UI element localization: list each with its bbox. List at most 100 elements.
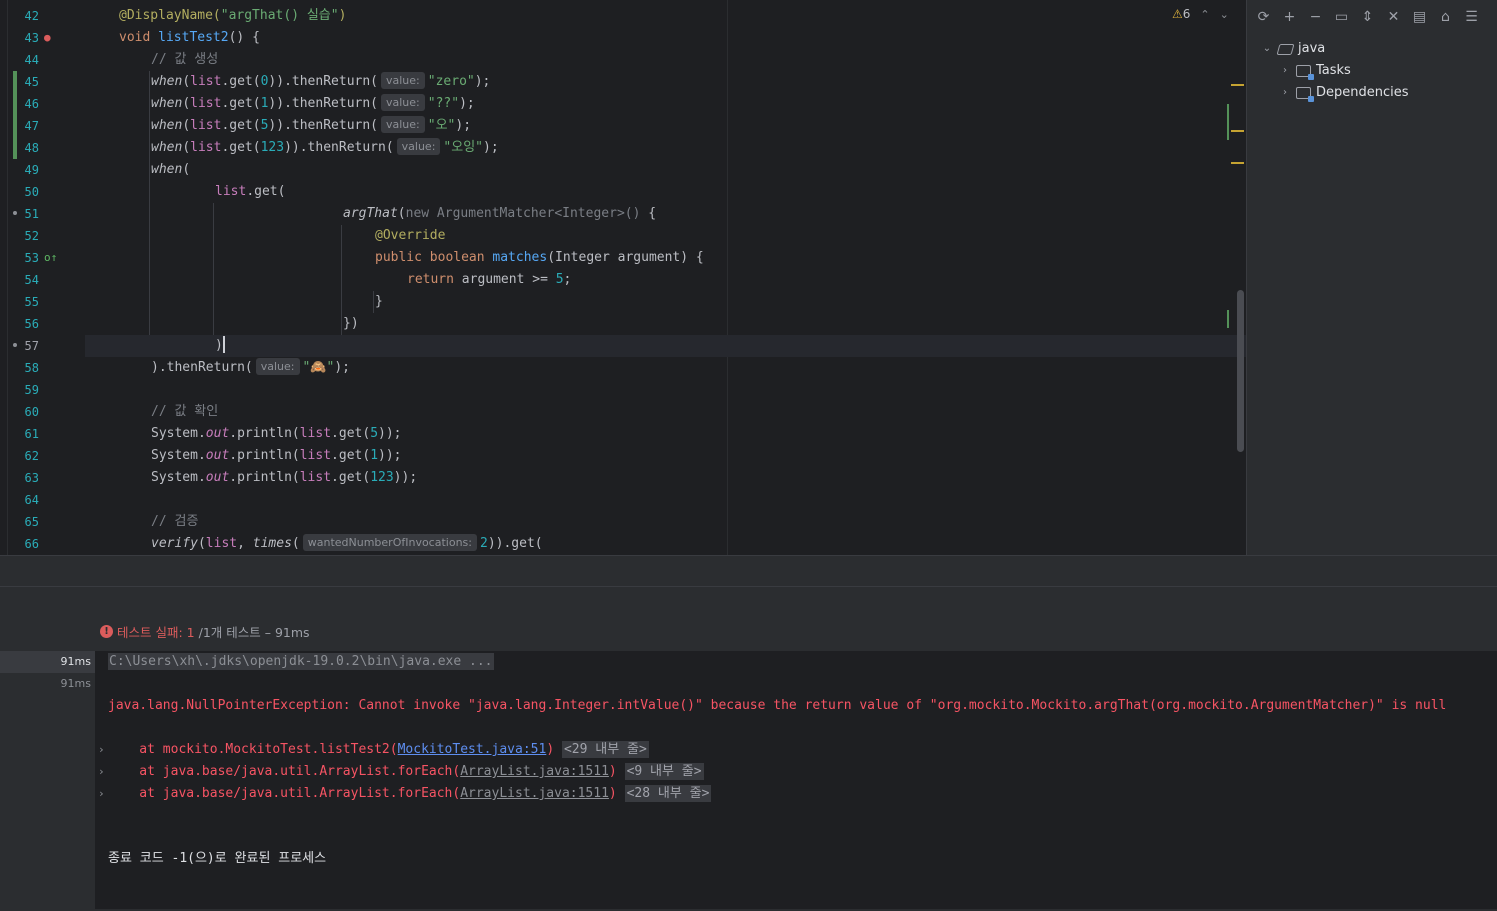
editor-scrollbar[interactable] (1237, 290, 1244, 452)
code-line[interactable]: } (85, 291, 1246, 313)
code-line[interactable]: when( (85, 159, 1246, 181)
line-number[interactable]: 60 (0, 401, 85, 423)
console-output[interactable]: C:\Users\xh\.jdks\openjdk-19.0.2\bin\jav… (95, 651, 1497, 909)
remove-icon[interactable]: − (1307, 9, 1324, 25)
code-token: } (375, 294, 383, 309)
offline-mode-icon[interactable]: ⌂ (1437, 9, 1454, 25)
chevron-down-icon[interactable]: ⌄ (1261, 38, 1273, 60)
code-line[interactable]: ).thenReturn(value: "🙈"); (85, 357, 1246, 379)
code-line[interactable]: when(list.get(5)).thenReturn(value: "오"); (85, 115, 1246, 137)
source-link[interactable]: MockitoTest.java:51 (398, 742, 547, 757)
tree-item-tasks[interactable]: › Tasks (1279, 60, 1351, 82)
code-line[interactable] (85, 489, 1246, 511)
warnings-counter[interactable]: ⚠6 (1172, 7, 1190, 21)
add-icon[interactable]: + (1281, 9, 1298, 25)
line-number[interactable]: 53 o↑ (0, 247, 85, 269)
line-number[interactable]: 65 (0, 511, 85, 533)
line-number[interactable]: 48 (0, 137, 85, 159)
line-number[interactable]: 50 (0, 181, 85, 203)
line-number[interactable]: 57 (0, 335, 85, 357)
warning-marker[interactable] (1231, 162, 1244, 164)
line-number[interactable]: 55 (0, 291, 85, 313)
parameter-hint: value: (381, 116, 425, 133)
vcs-change-marker[interactable] (13, 93, 17, 115)
code-line[interactable]: argThat(new ArgumentMatcher<Integer>() { (85, 203, 1246, 225)
previous-highlight-button[interactable]: ⌃ (1200, 8, 1209, 21)
code-line[interactable]: void listTest2() { (85, 27, 1246, 49)
line-number[interactable]: 43 ● (0, 27, 85, 49)
code-line[interactable]: when(list.get(1)).thenReturn(value: "??")… (85, 93, 1246, 115)
code-line[interactable]: @DisplayName("argThat() 실습") (85, 5, 1246, 27)
show-deps-icon[interactable]: ☰ (1463, 9, 1480, 25)
run-test-failed-icon[interactable]: ● (44, 27, 51, 49)
line-number[interactable]: 64 (0, 489, 85, 511)
code-editor[interactable]: 42 43 ● 44 45 46 47 48 49 50 51 52 53 o↑ 54 55 56 57 58 59 6… (0, 0, 1246, 555)
line-number[interactable]: 66 (0, 533, 85, 555)
inspection-widget[interactable]: ⚠6 ⌃ ⌄ (1172, 4, 1229, 24)
code-line[interactable]: System.out.println(list.get(123)); (85, 467, 1246, 489)
line-number[interactable]: 58 (0, 357, 85, 379)
line-number[interactable]: 59 (0, 379, 85, 401)
test-tree-item[interactable]: 91ms (0, 673, 95, 695)
vcs-change-marker[interactable] (13, 71, 17, 93)
next-highlight-button[interactable]: ⌄ (1220, 8, 1229, 21)
tree-item-java[interactable]: ⌄ java (1261, 38, 1325, 60)
chevron-right-icon[interactable]: › (98, 765, 105, 778)
line-number[interactable]: 46 (0, 93, 85, 115)
override-icon[interactable]: o↑ (44, 247, 57, 269)
code-area[interactable]: @DisplayName("argThat() 실습") void listTes… (85, 5, 1246, 555)
line-number[interactable]: 47 (0, 115, 85, 137)
code-line[interactable]: list.get( (85, 181, 1246, 203)
chevron-right-icon[interactable]: › (98, 743, 105, 756)
code-text: public boolean matches(Integer argument)… (375, 247, 704, 269)
code-line[interactable]: when(list.get(123)).thenReturn(value: "오잉… (85, 137, 1246, 159)
code-line[interactable]: ) (85, 335, 1246, 357)
code-line[interactable]: // 검증 (85, 511, 1246, 533)
line-number[interactable]: 44 (0, 49, 85, 71)
collapse-all-icon[interactable]: ✕ (1385, 9, 1402, 25)
code-line[interactable]: // 값 확인 (85, 401, 1246, 423)
code-line[interactable]: @Override (85, 225, 1246, 247)
test-tree-root[interactable]: 91ms (0, 651, 95, 673)
change-marker[interactable] (1227, 310, 1229, 328)
internal-lines-fold[interactable]: <9 내부 줄> (624, 763, 704, 780)
line-number[interactable]: 61 (0, 423, 85, 445)
internal-lines-fold[interactable]: <28 내부 줄> (624, 785, 712, 802)
code-line[interactable]: verify(list, times(wantedNumberOfInvocat… (85, 533, 1246, 555)
code-line[interactable]: }) (85, 313, 1246, 335)
code-line[interactable] (85, 379, 1246, 401)
source-link[interactable]: ArrayList.java:1511 (460, 786, 609, 801)
line-number[interactable]: 54 (0, 269, 85, 291)
vcs-change-marker[interactable] (13, 137, 17, 159)
code-line[interactable]: when(list.get(0)).thenReturn(value: "zero… (85, 71, 1246, 93)
line-number[interactable]: 51 (0, 203, 85, 225)
execute-task-icon[interactable]: ▭ (1333, 9, 1350, 25)
code-line[interactable]: // 값 생성 (85, 49, 1246, 71)
internal-lines-fold[interactable]: <29 내부 줄> (561, 741, 649, 758)
code-line[interactable]: return argument >= 5; (85, 269, 1246, 291)
line-number[interactable]: 45 (0, 71, 85, 93)
warning-marker[interactable] (1231, 84, 1244, 86)
line-number[interactable]: 56 (0, 313, 85, 335)
line-number[interactable]: 63 (0, 467, 85, 489)
code-line[interactable]: public boolean matches(Integer argument)… (85, 247, 1246, 269)
tree-item-dependencies[interactable]: › Dependencies (1279, 82, 1409, 104)
vcs-change-marker[interactable] (13, 115, 17, 137)
warning-marker[interactable] (1231, 130, 1244, 132)
link-project-icon[interactable]: ▤ (1411, 9, 1428, 25)
expand-all-icon[interactable]: ⇕ (1359, 9, 1376, 25)
command-fold[interactable]: C:\Users\xh\.jdks\openjdk-19.0.2\bin\jav… (108, 653, 494, 670)
refresh-icon[interactable]: ⟳ (1255, 9, 1272, 25)
line-number[interactable]: 62 (0, 445, 85, 467)
code-line[interactable]: System.out.println(list.get(5)); (85, 423, 1246, 445)
code-line[interactable]: System.out.println(list.get(1)); (85, 445, 1246, 467)
source-link[interactable]: ArrayList.java:1511 (460, 764, 609, 779)
line-number[interactable]: 42 (0, 5, 85, 27)
change-marker[interactable] (1227, 104, 1229, 140)
line-number[interactable]: 49 (0, 159, 85, 181)
chevron-right-icon[interactable]: › (98, 787, 105, 800)
line-number[interactable]: 52 (0, 225, 85, 247)
chevron-right-icon[interactable]: › (1279, 82, 1291, 104)
code-token: .get( (221, 118, 261, 133)
chevron-right-icon[interactable]: › (1279, 60, 1291, 82)
